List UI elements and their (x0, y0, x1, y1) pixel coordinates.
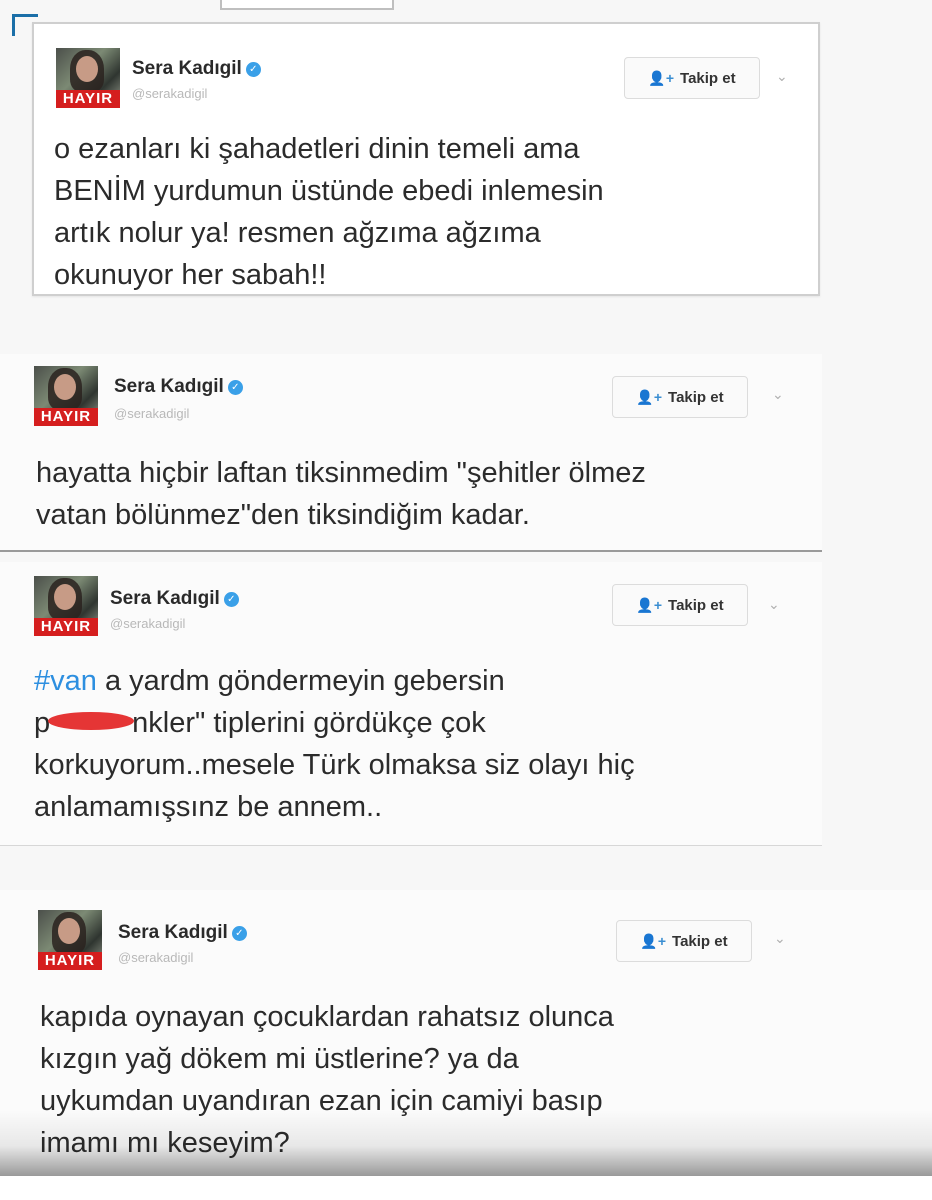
tweet-card-2: HAYIR Sera Kadıgil ✓ @serakadigil 👤+ Taki… (0, 354, 822, 552)
tweet-line-text: nkler" tiplerini gördükçe çok (132, 707, 486, 739)
tweet-text: #van a yardm göndermeyin gebersin p nkler… (34, 660, 635, 828)
follow-button-label: Takip et (672, 932, 728, 950)
author-handle[interactable]: @serakadigil (132, 86, 207, 101)
tweet-card-1: HAYIR Sera Kadıgil ✓ @serakadigil 👤+ Taki… (32, 22, 820, 296)
chevron-down-icon[interactable]: ⌄ (776, 68, 788, 85)
tweet-text: kapıda oynayan çocuklardan rahatsız olun… (40, 996, 614, 1164)
avatar-banner-text: HAYIR (34, 408, 98, 426)
verified-badge-icon: ✓ (245, 62, 261, 77)
author-handle[interactable]: @serakadigil (114, 406, 189, 421)
author-name-text: Sera Kadıgil (118, 922, 228, 943)
tweet-line: hayatta hiçbir laftan tiksinmedim "şehit… (36, 457, 646, 489)
hashtag-link[interactable]: #van (34, 665, 97, 697)
author-name[interactable]: Sera Kadıgil ✓ (114, 376, 243, 398)
tweet-line: okunuyor her sabah!! (54, 259, 327, 291)
tweet-text: hayatta hiçbir laftan tiksinmedim "şehit… (36, 452, 646, 536)
chevron-down-icon[interactable]: ⌄ (774, 930, 786, 947)
tweet-line: kızgın yağ dökem mi üstlerine? ya da (40, 1043, 519, 1075)
tweet-line: artık nolur ya! resmen ağzıma ağzıma (54, 217, 541, 249)
follow-button-label: Takip et (668, 388, 724, 406)
add-user-icon: 👤+ (648, 69, 675, 86)
avatar[interactable]: HAYIR (38, 910, 102, 970)
author-name[interactable]: Sera Kadıgil ✓ (110, 588, 239, 610)
follow-button[interactable]: 👤+ Takip et (624, 57, 760, 99)
tweet-line: imamı mı keseyim? (40, 1127, 290, 1159)
tweet-line: uykumdan uyandıran ezan için camiyi bası… (40, 1085, 603, 1117)
avatar-banner-text: HAYIR (56, 90, 120, 108)
tweet-line: korkuyorum..mesele Türk olmaksa siz olay… (34, 749, 635, 781)
follow-button[interactable]: 👤+ Takip et (612, 584, 748, 626)
author-name-text: Sera Kadıgil (110, 588, 220, 609)
tweet-line: o ezanları ki şahadetleri dinin temeli a… (54, 133, 580, 165)
avatar[interactable]: HAYIR (34, 366, 98, 426)
tweet-text: o ezanları ki şahadetleri dinin temeli a… (54, 128, 604, 296)
author-handle[interactable]: @serakadigil (118, 950, 193, 965)
follow-button-label: Takip et (668, 596, 724, 614)
chevron-down-icon[interactable]: ⌄ (768, 596, 780, 613)
author-handle[interactable]: @serakadigil (110, 616, 185, 631)
tweet-line-text: a yardm göndermeyin gebersin (96, 665, 505, 697)
author-name-text: Sera Kadıgil (114, 376, 224, 397)
redaction-mark (48, 712, 135, 730)
verified-badge-icon: ✓ (227, 380, 243, 395)
tweet-line: anlamamışsınz be annem.. (34, 791, 383, 823)
add-user-icon: 👤+ (640, 932, 667, 949)
follow-button[interactable]: 👤+ Takip et (616, 920, 752, 962)
avatar-banner-text: HAYIR (38, 952, 102, 970)
bottom-margin (0, 1176, 932, 1200)
tweet-card-3: HAYIR Sera Kadıgil ✓ @serakadigil 👤+ Taki… (0, 562, 822, 846)
tweet-line: BENİM yurdumun üstünde ebedi inlemesin (54, 175, 604, 207)
tweet-line: kapıda oynayan çocuklardan rahatsız olun… (40, 1001, 614, 1033)
tweet-line: #van a yardm göndermeyin gebersin (34, 660, 635, 702)
avatar[interactable]: HAYIR (56, 48, 120, 108)
top-edge-frame (220, 0, 394, 10)
verified-badge-icon: ✓ (223, 592, 239, 607)
tweet-line-text: p (34, 707, 51, 739)
tweet-line: vatan bölünmez"den tiksindiğim kadar. (36, 499, 530, 531)
add-user-icon: 👤+ (636, 596, 663, 613)
avatar[interactable]: HAYIR (34, 576, 98, 636)
author-name-text: Sera Kadıgil (132, 58, 242, 79)
avatar-banner-text: HAYIR (34, 618, 98, 636)
follow-button[interactable]: 👤+ Takip et (612, 376, 748, 418)
author-name[interactable]: Sera Kadıgil ✓ (132, 58, 261, 80)
follow-button-label: Takip et (680, 69, 736, 87)
author-name[interactable]: Sera Kadıgil ✓ (118, 922, 247, 944)
tweet-line: p nkler" tiplerini gördükçe çok (34, 702, 635, 744)
add-user-icon: 👤+ (636, 388, 663, 405)
chevron-down-icon[interactable]: ⌄ (772, 386, 784, 403)
verified-badge-icon: ✓ (231, 926, 247, 941)
tweet-card-4: HAYIR Sera Kadıgil ✓ @serakadigil 👤+ Taki… (0, 890, 932, 1200)
